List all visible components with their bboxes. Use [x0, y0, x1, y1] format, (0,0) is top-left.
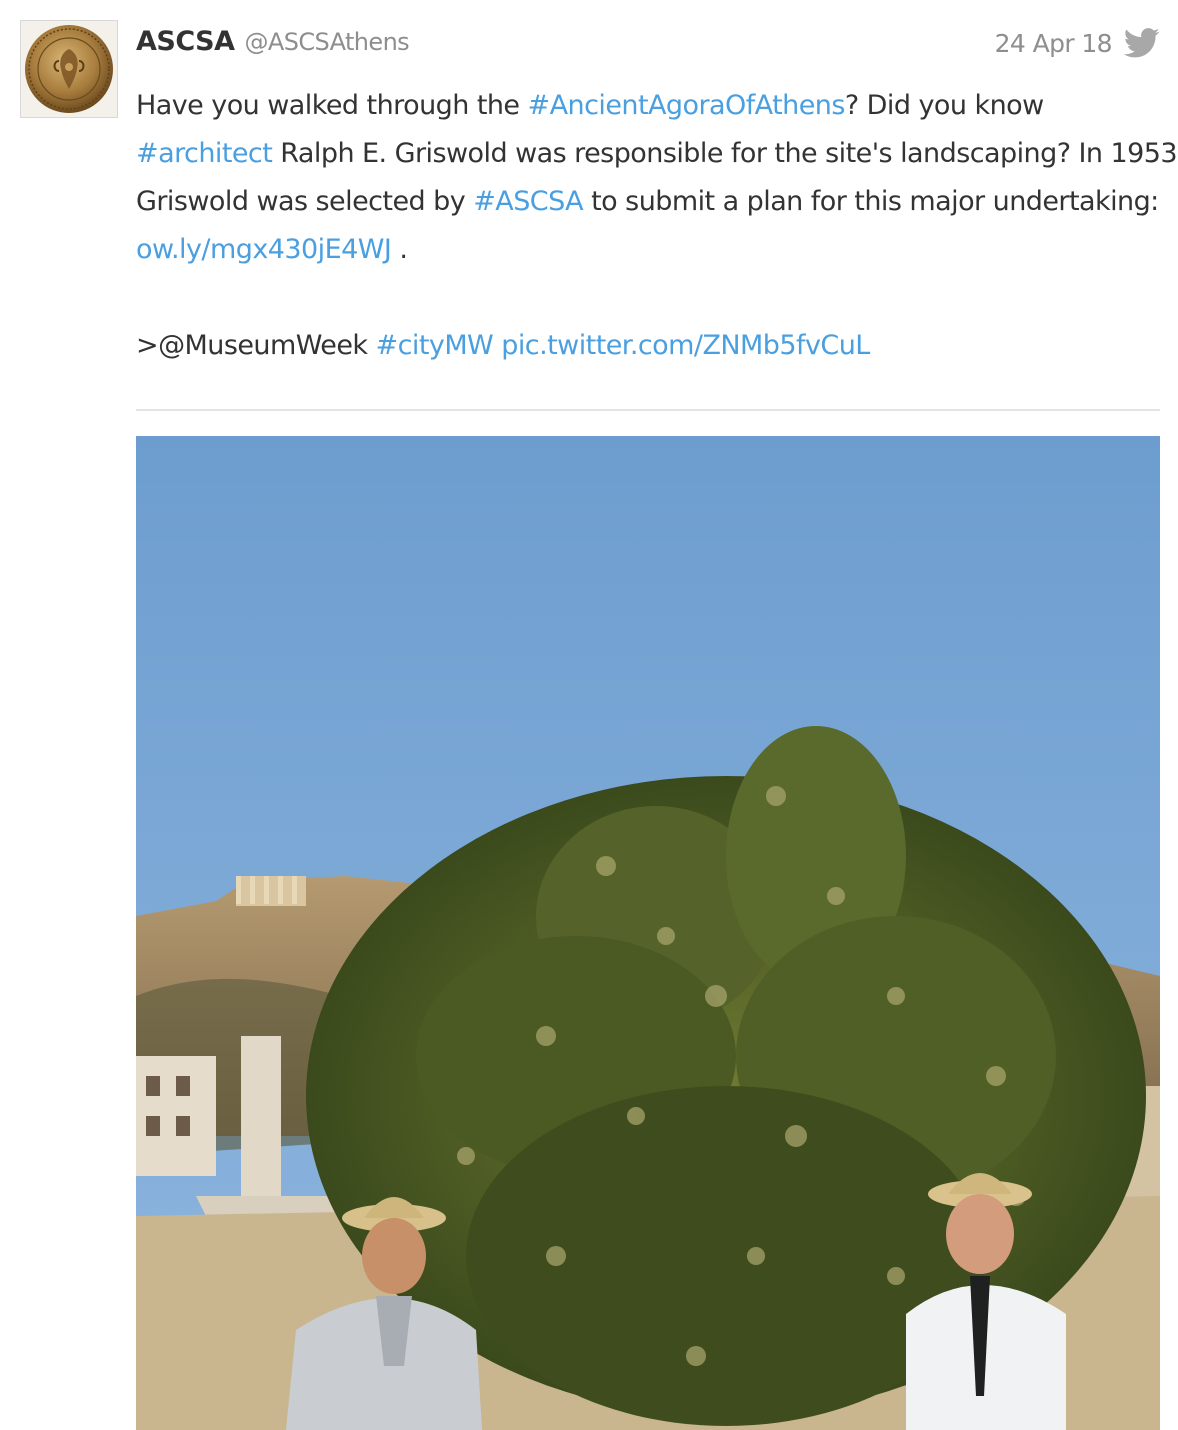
hashtag-link[interactable]: #AncientAgoraOfAthens: [528, 90, 846, 121]
tweet-text-segment: Ralph E. Griswold was responsible for th…: [272, 138, 1178, 169]
tweet-text-segment: to submit a plan for this major undertak…: [583, 186, 1159, 217]
bronze-seal-avatar-icon: [21, 21, 117, 117]
tweet-card: ASCSA @ASCSAthens 24 Apr 18 Have you wal…: [0, 0, 1178, 1430]
hashtag-link[interactable]: #ASCSA: [473, 186, 583, 217]
media-link[interactable]: pic.twitter.com/ZNMb5fvCuL: [501, 330, 870, 361]
display-name[interactable]: ASCSA: [136, 26, 235, 57]
url-link[interactable]: ow.ly/mgx430jE4WJ: [136, 234, 392, 265]
tweet-text-segment: .: [391, 234, 408, 265]
tweet-line: #architect Ralph E. Griswold was respons…: [136, 130, 1178, 178]
tweet-line: Have you walked through the #AncientAgor…: [136, 82, 1166, 130]
tweet-text: Have you walked through the #AncientAgor…: [136, 82, 1178, 370]
tweet-header: ASCSA @ASCSAthens: [136, 26, 410, 62]
twitter-bird-icon[interactable]: [1124, 28, 1160, 58]
tweet-text-segment: >@MuseumWeek: [136, 330, 376, 361]
hashtag-link[interactable]: #cityMW: [376, 330, 494, 361]
acropolis-photo: [136, 436, 1160, 1430]
timestamp[interactable]: 24 Apr 18: [995, 29, 1113, 58]
avatar[interactable]: [20, 20, 118, 118]
tweet-text-segment: Griswold was selected by: [136, 186, 474, 217]
hashtag-link[interactable]: #architect: [136, 138, 273, 169]
tweet-line: >@MuseumWeek #cityMW pic.twitter.com/ZNM…: [136, 322, 1166, 370]
tweet-line: ow.ly/mgx430jE4WJ .: [136, 226, 1166, 274]
tweet-meta: 24 Apr 18: [995, 28, 1160, 58]
tweet-line: Griswold was selected by #ASCSA to submi…: [136, 178, 1166, 226]
tweet-photo[interactable]: [136, 436, 1160, 1430]
tweet-text-segment: ? Did you know: [844, 90, 1044, 121]
account-handle[interactable]: @ASCSAthens: [245, 28, 410, 56]
divider: [136, 409, 1160, 411]
tweet-text-segment: Have you walked through the: [136, 90, 528, 121]
